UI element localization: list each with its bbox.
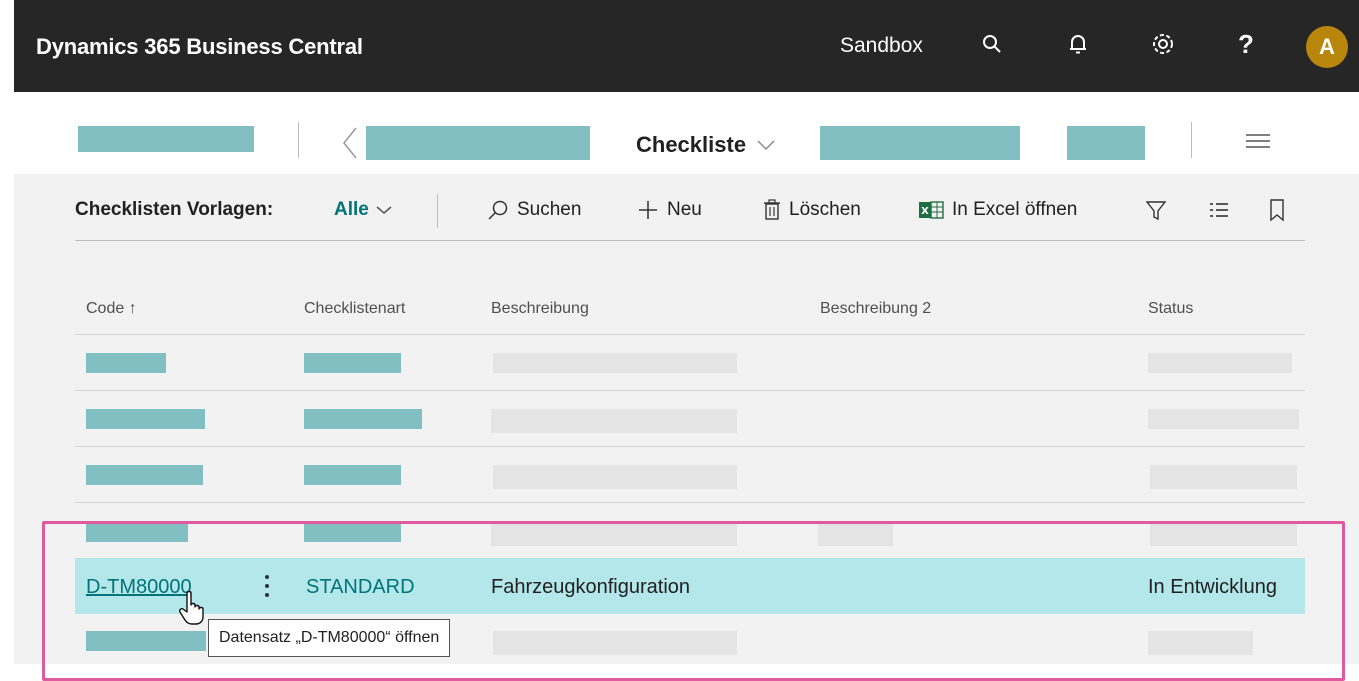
column-header-status[interactable]: Status bbox=[1148, 300, 1193, 318]
gear-icon[interactable] bbox=[1145, 26, 1181, 62]
divider bbox=[1191, 122, 1192, 158]
bookmark-icon bbox=[1270, 199, 1284, 222]
filter-label: Checklisten Vorlagen: bbox=[75, 199, 274, 220]
list-icon bbox=[1210, 203, 1228, 217]
action-bar: Checklisten Vorlagen: Alle Suchen Neu Lö… bbox=[75, 188, 1305, 241]
page-title[interactable]: Checkliste bbox=[636, 132, 746, 158]
table-row-redacted-cell bbox=[1148, 409, 1299, 429]
table-row-redacted-cell bbox=[304, 353, 401, 373]
bell-icon[interactable] bbox=[1060, 26, 1096, 62]
new-button-label: Neu bbox=[667, 199, 702, 220]
column-header-code[interactable]: Code ↑ bbox=[86, 300, 137, 318]
environment-label: Sandbox bbox=[840, 34, 923, 57]
open-in-excel-button[interactable]: X In Excel öffnen bbox=[918, 188, 1077, 232]
redacted-nav-item[interactable] bbox=[366, 126, 590, 160]
table-row-redacted-cell bbox=[493, 465, 737, 489]
table-row-redacted-cell bbox=[304, 409, 422, 429]
table-row-redacted-cell bbox=[491, 409, 737, 433]
row-divider bbox=[75, 390, 1305, 391]
highlight-annotation bbox=[42, 521, 1345, 681]
view-selector[interactable]: Alle bbox=[334, 188, 401, 232]
search-icon bbox=[488, 200, 508, 220]
delete-button-label: Löschen bbox=[789, 199, 861, 220]
table-row-redacted-cell[interactable] bbox=[86, 465, 203, 485]
trash-icon bbox=[764, 199, 780, 220]
plus-icon bbox=[639, 201, 657, 219]
bookmark-button[interactable] bbox=[1268, 188, 1294, 232]
search-icon[interactable] bbox=[974, 26, 1010, 62]
divider bbox=[437, 194, 438, 228]
help-icon[interactable]: ? bbox=[1228, 26, 1264, 62]
row-divider bbox=[75, 446, 1305, 447]
search-button[interactable]: Suchen bbox=[487, 188, 581, 232]
hand-cursor-icon bbox=[178, 590, 208, 631]
delete-button[interactable]: Löschen bbox=[763, 188, 861, 232]
row-divider bbox=[75, 502, 1305, 503]
table-row-redacted-cell[interactable] bbox=[86, 353, 166, 373]
filter-pane-button[interactable] bbox=[1145, 188, 1175, 232]
filter-icon bbox=[1145, 201, 1167, 221]
avatar[interactable]: A bbox=[1306, 26, 1348, 68]
app-title[interactable]: Dynamics 365 Business Central bbox=[36, 34, 363, 60]
chevron-down-icon bbox=[376, 206, 392, 214]
column-header-description-2[interactable]: Beschreibung 2 bbox=[820, 300, 931, 318]
table-row-redacted-cell bbox=[1150, 465, 1297, 489]
list-view-button[interactable] bbox=[1208, 188, 1238, 232]
view-selector-label: Alle bbox=[334, 199, 369, 220]
hamburger-menu-icon[interactable] bbox=[1244, 132, 1272, 155]
row-divider bbox=[75, 334, 1305, 335]
chevron-down-icon[interactable] bbox=[756, 138, 776, 156]
redacted-nav-item[interactable] bbox=[78, 126, 254, 152]
tooltip: Datensatz „D-TM80000“ öffnen bbox=[208, 619, 451, 657]
search-button-label: Suchen bbox=[517, 199, 582, 220]
table-row-redacted-cell bbox=[304, 465, 401, 485]
divider bbox=[298, 122, 299, 158]
redacted-nav-item[interactable] bbox=[820, 126, 1020, 160]
table-row-redacted-cell bbox=[1148, 353, 1292, 373]
column-header-type[interactable]: Checklistenart bbox=[304, 300, 405, 318]
svg-text:X: X bbox=[921, 206, 929, 217]
table-row-redacted-cell bbox=[493, 353, 737, 373]
excel-icon: X bbox=[919, 201, 944, 219]
table-row-redacted-cell[interactable] bbox=[86, 409, 205, 429]
column-header-description[interactable]: Beschreibung bbox=[491, 300, 589, 318]
back-chevron-icon[interactable] bbox=[342, 126, 358, 165]
open-in-excel-label: In Excel öffnen bbox=[952, 199, 1078, 220]
redacted-nav-item[interactable] bbox=[1067, 126, 1145, 160]
new-button[interactable]: Neu bbox=[637, 188, 702, 232]
